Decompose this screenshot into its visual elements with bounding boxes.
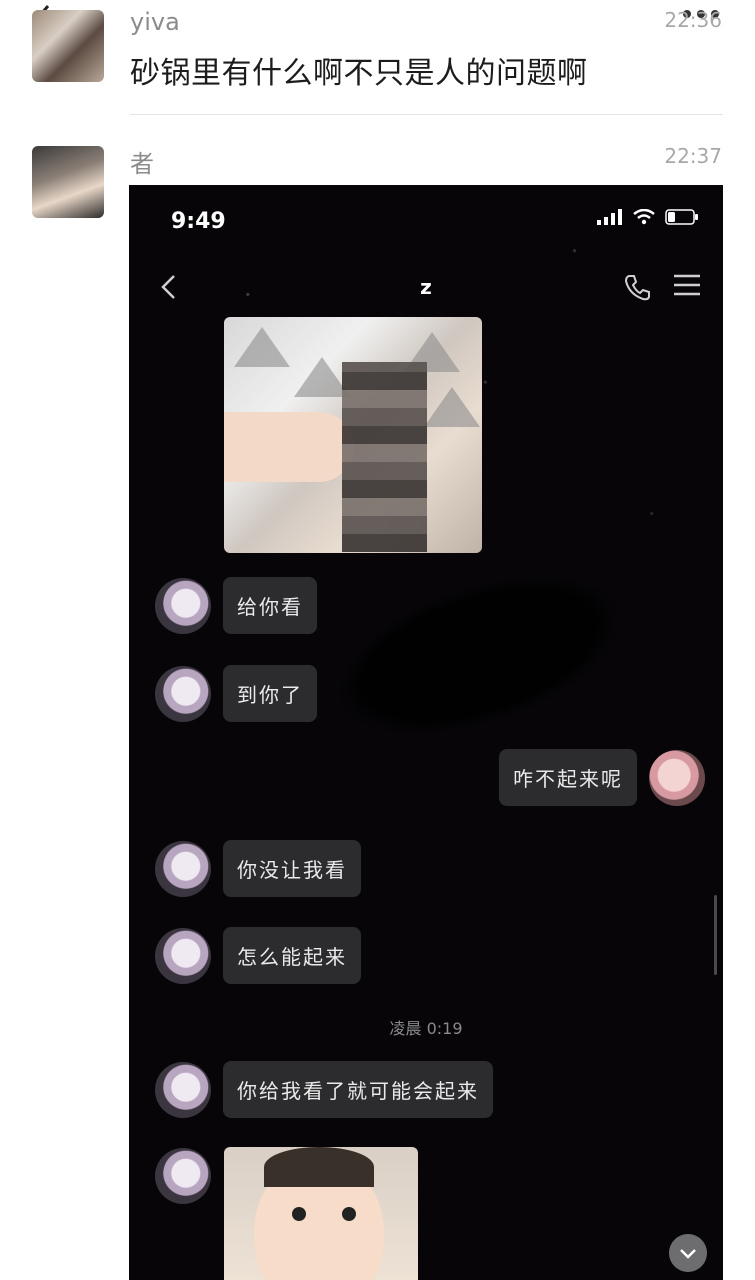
scroll-down-icon[interactable] [669, 1234, 707, 1272]
chat-message: 你给我看了就可能会起来 [155, 1061, 493, 1118]
sticker-image[interactable] [224, 1147, 418, 1280]
status-icons [597, 209, 699, 225]
chat-message: 给你看 [155, 577, 317, 634]
chat-message: 到你了 [155, 665, 317, 722]
image-message[interactable] [224, 317, 482, 553]
contact-avatar[interactable] [155, 927, 211, 984]
baby-eye [292, 1207, 306, 1221]
contact-avatar[interactable] [155, 665, 211, 722]
username[interactable]: 者 [130, 144, 154, 179]
chat-timestamp: 凌晨 0:19 [389, 1019, 463, 1038]
status-time: 9:49 [171, 209, 226, 234]
mosaic-blur [342, 362, 427, 552]
username[interactable]: yiva [130, 8, 180, 36]
contact-avatar[interactable] [155, 577, 211, 634]
self-avatar[interactable] [649, 749, 705, 806]
battery-icon [665, 209, 698, 225]
chat-screenshot-image[interactable]: 9:49 z 给你看 到你了 咋不起来呢 你没让我看 怎么能起来 凌晨 0:19… [129, 185, 723, 1280]
message-bubble[interactable]: 你给我看了就可能会起来 [223, 1061, 493, 1118]
contact-avatar[interactable] [155, 1061, 211, 1118]
message-bubble[interactable]: 给你看 [223, 577, 317, 634]
contact-avatar[interactable] [155, 840, 211, 897]
post-time: 22:36 [664, 8, 722, 32]
post-text: 砂锅里有什么啊不只是人的问题啊 [130, 56, 588, 91]
avatar[interactable] [32, 10, 104, 82]
post-time: 22:37 [664, 144, 722, 168]
wifi-icon [633, 209, 655, 225]
message-bubble[interactable]: 你没让我看 [223, 840, 361, 897]
avatar[interactable] [32, 146, 104, 218]
scrollbar[interactable] [714, 895, 717, 975]
hand-shape [224, 412, 354, 482]
baby-eye [342, 1207, 356, 1221]
message-bubble[interactable]: 怎么能起来 [223, 927, 361, 984]
chat-message: 你没让我看 [155, 840, 361, 897]
chat-message: 怎么能起来 [155, 927, 361, 984]
contact-avatar[interactable] [155, 1148, 211, 1204]
signal-icon [597, 209, 622, 225]
chat-message: 咋不起来呢 [499, 749, 705, 806]
message-bubble[interactable]: 咋不起来呢 [499, 749, 637, 806]
divider [130, 114, 723, 115]
baby-hair [264, 1147, 374, 1187]
menu-icon[interactable] [673, 273, 701, 297]
phone-icon[interactable] [623, 273, 651, 301]
message-bubble[interactable]: 到你了 [223, 665, 317, 722]
